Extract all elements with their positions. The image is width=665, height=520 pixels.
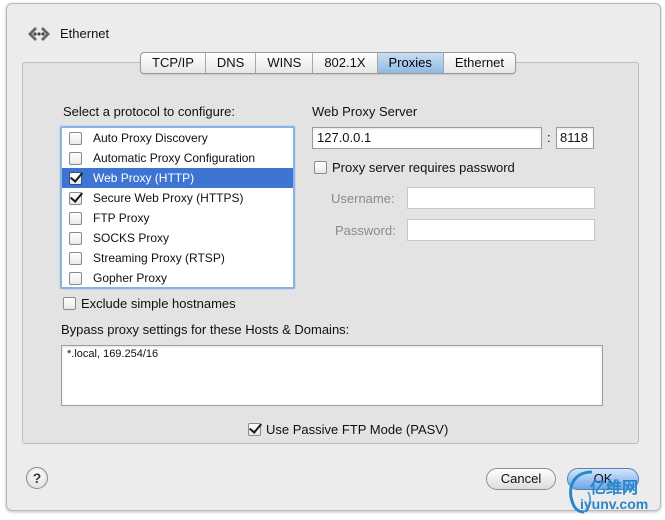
- protocol-item-secure-web-proxy[interactable]: Secure Web Proxy (HTTPS): [62, 188, 293, 208]
- protocol-label: Gopher Proxy: [93, 271, 168, 285]
- tab-802-1x[interactable]: 802.1X: [313, 53, 378, 73]
- tab-ethernet[interactable]: Ethernet: [444, 53, 515, 73]
- protocol-list: Auto Proxy Discovery Automatic Proxy Con…: [60, 126, 295, 289]
- protocol-item-automatic-proxy-configuration[interactable]: Automatic Proxy Configuration: [62, 148, 293, 168]
- username-label: Username:: [331, 191, 395, 206]
- tab-dns[interactable]: DNS: [206, 53, 257, 73]
- ok-button[interactable]: OK: [567, 468, 639, 490]
- requires-password-row[interactable]: Proxy server requires password: [314, 160, 515, 175]
- checkbox[interactable]: [69, 271, 82, 285]
- checkbox[interactable]: [69, 231, 82, 245]
- protocol-label: Secure Web Proxy (HTTPS): [93, 191, 244, 205]
- protocol-label: Automatic Proxy Configuration: [93, 151, 256, 165]
- password-label: Password:: [335, 223, 396, 238]
- protocol-list-heading: Select a protocol to configure:: [63, 104, 235, 119]
- password-field[interactable]: [407, 219, 595, 241]
- window-title: Ethernet: [60, 26, 110, 41]
- protocol-label: Auto Proxy Discovery: [93, 131, 208, 145]
- proxy-server-heading: Web Proxy Server: [312, 104, 418, 119]
- passive-ftp-label: Use Passive FTP Mode (PASV): [266, 422, 449, 437]
- protocol-item-ftp-proxy[interactable]: FTP Proxy: [62, 208, 293, 228]
- protocol-item-socks-proxy[interactable]: SOCKS Proxy: [62, 228, 293, 248]
- protocol-item-web-proxy[interactable]: Web Proxy (HTTP): [62, 168, 293, 188]
- cancel-button[interactable]: Cancel: [486, 468, 556, 490]
- port-separator: :: [547, 130, 551, 145]
- protocol-label: SOCKS Proxy: [93, 231, 170, 245]
- exclude-simple-hostnames-label: Exclude simple hostnames: [81, 296, 236, 311]
- tab-proxies[interactable]: Proxies: [377, 53, 444, 73]
- tab-bar: TCP/IP DNS WINS 802.1X Proxies Ethernet: [140, 52, 517, 74]
- protocol-item-gopher-proxy[interactable]: Gopher Proxy: [62, 268, 293, 287]
- checkbox[interactable]: [69, 191, 82, 205]
- proxy-port-field[interactable]: 8118: [556, 127, 594, 149]
- help-button[interactable]: ?: [26, 467, 48, 489]
- proxy-host-field[interactable]: 127.0.0.1: [312, 127, 542, 149]
- ethernet-icon: [28, 27, 50, 41]
- checkbox[interactable]: [69, 171, 82, 185]
- tab-tcp-ip[interactable]: TCP/IP: [141, 53, 206, 73]
- checkbox[interactable]: [69, 211, 82, 225]
- exclude-simple-hostnames-row[interactable]: Exclude simple hostnames: [63, 296, 236, 311]
- protocol-item-streaming-proxy[interactable]: Streaming Proxy (RTSP): [62, 248, 293, 268]
- bypass-heading: Bypass proxy settings for these Hosts & …: [61, 322, 350, 337]
- exclude-simple-hostnames-checkbox[interactable]: [63, 297, 76, 310]
- protocol-item-auto-proxy-discovery[interactable]: Auto Proxy Discovery: [62, 128, 293, 148]
- checkbox[interactable]: [69, 251, 82, 265]
- protocol-label: Streaming Proxy (RTSP): [93, 251, 225, 265]
- checkbox[interactable]: [69, 131, 82, 145]
- username-field[interactable]: [407, 187, 595, 209]
- bypass-domains-textarea[interactable]: *.local, 169.254/16: [61, 345, 603, 406]
- checkbox[interactable]: [69, 151, 82, 165]
- passive-ftp-checkbox[interactable]: [248, 423, 261, 436]
- passive-ftp-row[interactable]: Use Passive FTP Mode (PASV): [248, 422, 448, 437]
- protocol-label: Web Proxy (HTTP): [93, 171, 195, 185]
- protocol-label: FTP Proxy: [93, 211, 150, 225]
- requires-password-checkbox[interactable]: [314, 161, 327, 174]
- tab-wins[interactable]: WINS: [256, 53, 314, 73]
- requires-password-label: Proxy server requires password: [332, 160, 515, 175]
